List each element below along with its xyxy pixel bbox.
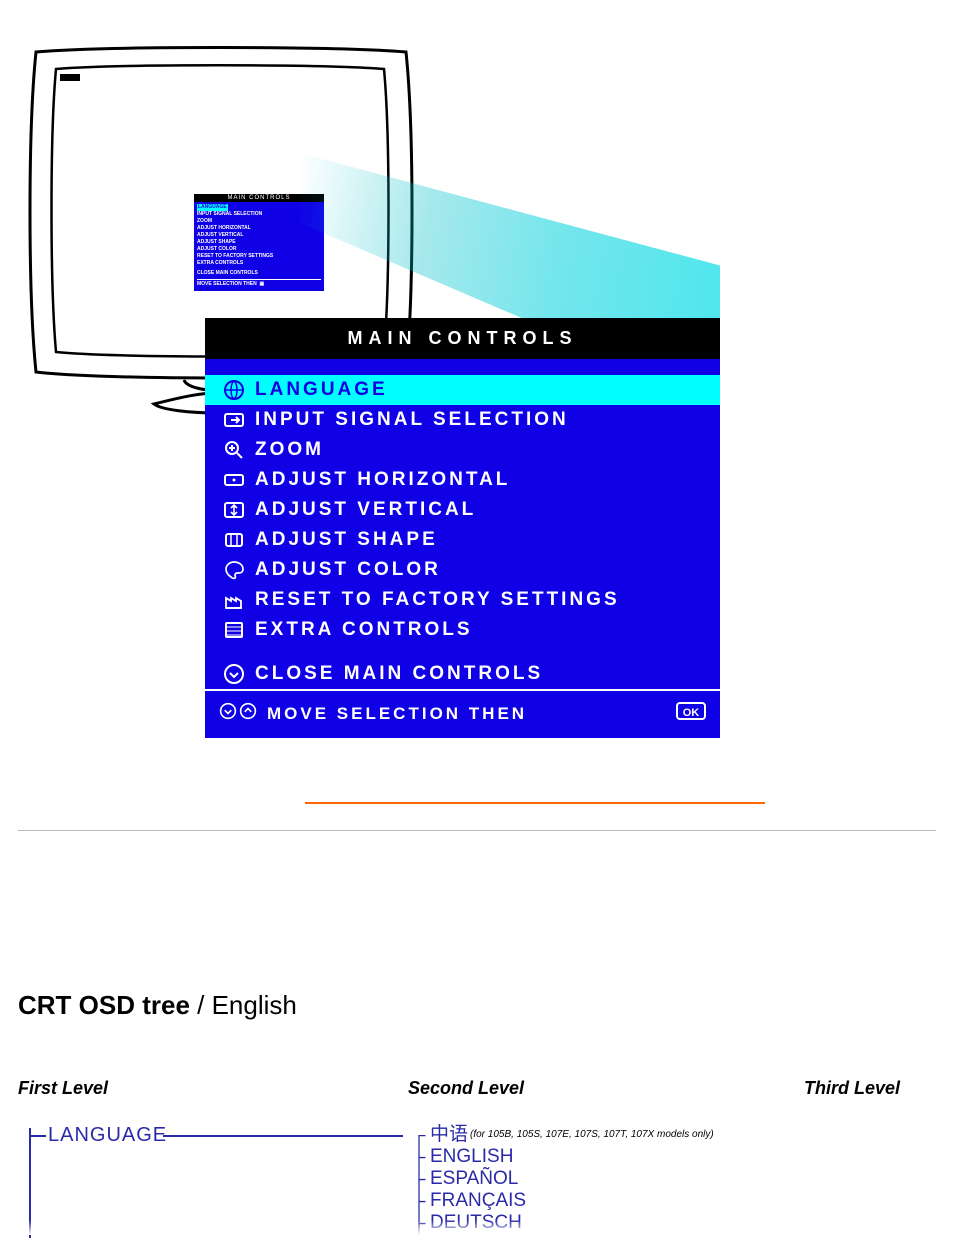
horizontal-rule xyxy=(18,830,936,831)
osd-item-adjust-color[interactable]: ADJUST COLOR xyxy=(205,555,720,585)
osd-item-label: ZOOM xyxy=(255,439,324,461)
mini-osd: MAIN CONTROLS LANGUAGE INPUT SIGNAL SELE… xyxy=(194,194,324,291)
osd-item-label: CLOSE MAIN CONTROLS xyxy=(255,663,543,685)
color-icon xyxy=(219,559,249,581)
osd-item-zoom[interactable]: ZOOM xyxy=(205,435,720,465)
vert-icon xyxy=(219,499,249,521)
tree-item: ├FRANÇAIS xyxy=(408,1190,714,1212)
globe-icon xyxy=(219,379,249,401)
level-heading-first: First Level xyxy=(18,1078,108,1099)
osd-item-label: INPUT SIGNAL SELECTION xyxy=(255,409,569,431)
osd-item-label: ADJUST COLOR xyxy=(255,559,441,581)
osd-item-adjust-horizontal[interactable]: ADJUST HORIZONTAL xyxy=(205,465,720,495)
osd-title: MAIN CONTROLS xyxy=(205,318,720,359)
ok-icon xyxy=(676,701,706,726)
tree-item: ├ENGLISH xyxy=(408,1146,714,1168)
osd-item-input-signal[interactable]: INPUT SIGNAL SELECTION xyxy=(205,405,720,435)
level-heading-second: Second Level xyxy=(408,1078,524,1099)
horiz-icon xyxy=(219,469,249,491)
zoom-icon xyxy=(219,439,249,461)
osd-item-close[interactable]: CLOSE MAIN CONTROLS xyxy=(205,659,720,689)
osd-item-label: ADJUST VERTICAL xyxy=(255,499,476,521)
osd-item-adjust-shape[interactable]: ADJUST SHAPE xyxy=(205,525,720,555)
osd-item-label: RESET TO FACTORY SETTINGS xyxy=(255,589,620,611)
tree-first-label: LANGUAGE xyxy=(48,1124,167,1147)
extra-icon xyxy=(219,619,249,641)
osd-item-label: LANGUAGE xyxy=(255,379,388,401)
factory-icon xyxy=(219,589,249,611)
osd-item-adjust-vertical[interactable]: ADJUST VERTICAL xyxy=(205,495,720,525)
heading-bold: CRT OSD tree xyxy=(18,990,190,1020)
heading-rest: / English xyxy=(190,990,297,1020)
tree-item: ├ESPAÑOL xyxy=(408,1168,714,1190)
tree-item: ┌ 中语 (for 105B, 105S, 107E, 107S, 107T, … xyxy=(408,1124,714,1146)
mini-osd-title: MAIN CONTROLS xyxy=(194,194,324,202)
level-heading-third: Third Level xyxy=(804,1078,900,1099)
osd-main-controls: MAIN CONTROLS LANGUAGE INPUT SIGNAL SELE… xyxy=(205,318,720,738)
bottom-fade xyxy=(0,1220,954,1235)
down-circle-icon xyxy=(219,663,249,685)
up-circle-icon xyxy=(239,702,257,725)
osd-item-factory-reset[interactable]: RESET TO FACTORY SETTINGS xyxy=(205,585,720,615)
page: MAIN CONTROLS LANGUAGE INPUT SIGNAL SELE… xyxy=(0,0,954,1235)
shape-icon xyxy=(219,529,249,551)
osd-footer-label: MOVE SELECTION THEN xyxy=(267,704,676,724)
orange-divider xyxy=(305,802,765,804)
section-heading: CRT OSD tree / English xyxy=(18,990,297,1021)
osd-footer: MOVE SELECTION THEN xyxy=(205,689,720,738)
down-circle-icon xyxy=(219,702,237,725)
input-icon xyxy=(219,409,249,431)
osd-item-extra-controls[interactable]: EXTRA CONTROLS xyxy=(205,615,720,645)
osd-item-language[interactable]: LANGUAGE xyxy=(205,375,720,405)
osd-tree-second-level: ┌ 中语 (for 105B, 105S, 107E, 107S, 107T, … xyxy=(408,1124,714,1234)
osd-item-label: EXTRA CONTROLS xyxy=(255,619,473,641)
osd-item-label: ADJUST SHAPE xyxy=(255,529,438,551)
osd-item-label: ADJUST HORIZONTAL xyxy=(255,469,510,491)
